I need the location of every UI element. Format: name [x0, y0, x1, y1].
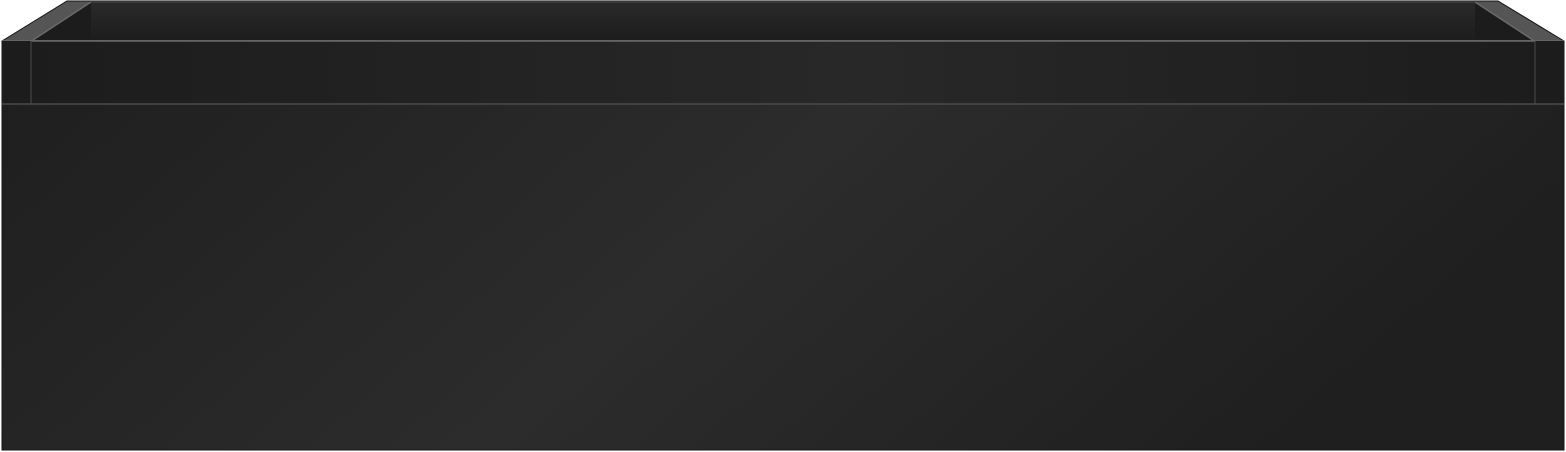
drawer-right-post	[1535, 41, 1564, 104]
drawer-interior-back	[91, 2, 1475, 40]
drawer-box-illustration	[1, 0, 1565, 451]
drawer-left-post	[2, 41, 31, 104]
drawer-front-face	[1, 103, 1565, 451]
drawer-rim-band	[2, 41, 1564, 104]
drawer-scene	[0, 0, 1566, 452]
